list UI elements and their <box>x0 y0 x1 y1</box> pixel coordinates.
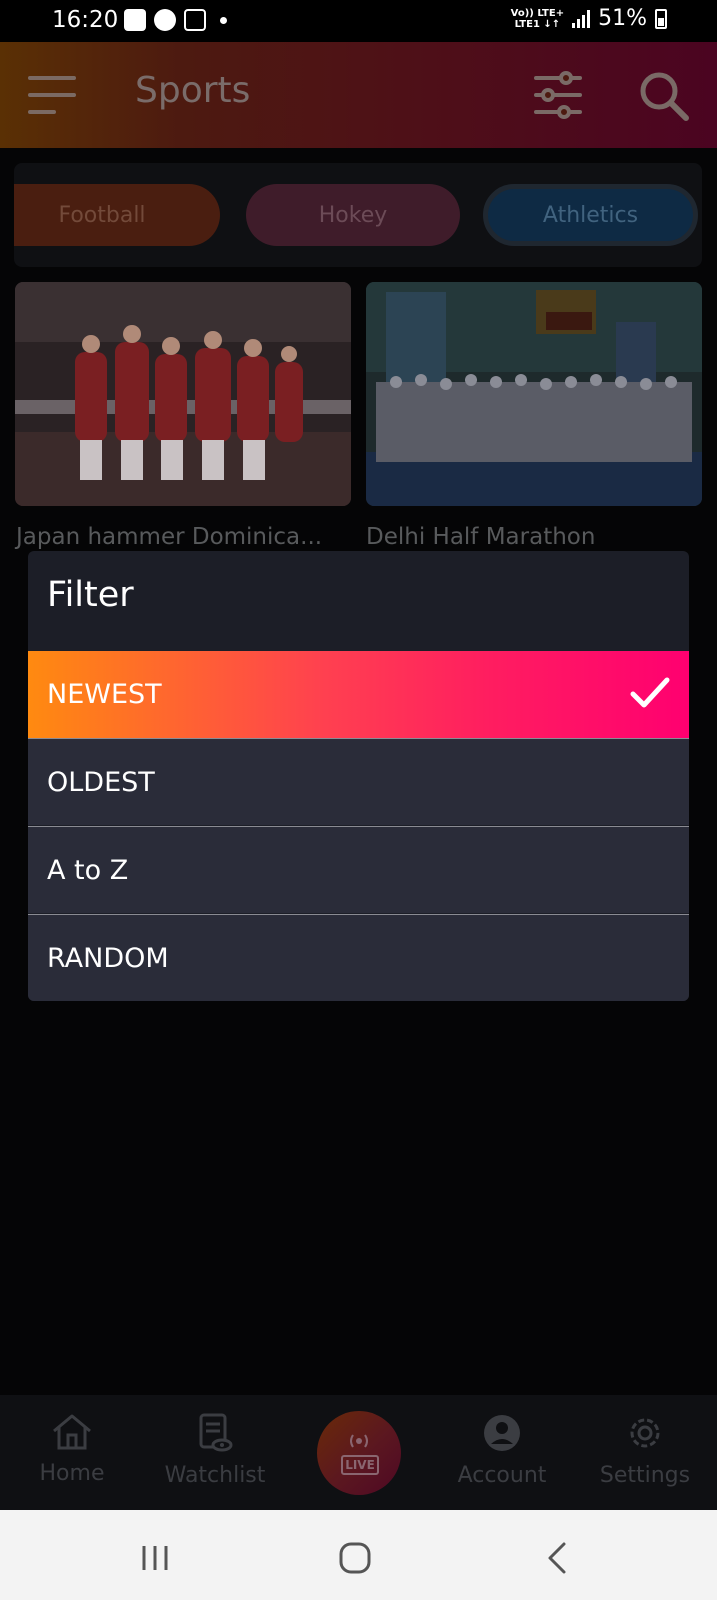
nav-label-account: Account <box>457 1463 547 1488</box>
gallery-icon <box>124 9 146 31</box>
volleyball-team-photo <box>15 282 351 506</box>
page-title: Sports <box>135 70 251 111</box>
nav-label-watchlist: Watchlist <box>164 1463 266 1488</box>
bottom-nav: Home Watchlist LIVE Account Settings <box>0 1395 717 1510</box>
network-indicator: Vo)) LTE+ LTE1 ↓↑ <box>511 8 564 30</box>
filter-option-label: OLDEST <box>47 766 155 798</box>
nav-item-settings[interactable]: Settings <box>590 1413 700 1488</box>
live-label: LIVE <box>341 1455 379 1475</box>
app-bar: Sports <box>0 42 717 148</box>
filter-option-label: A to Z <box>47 854 129 886</box>
marathon-start-photo <box>366 282 702 506</box>
chat-icon <box>154 9 176 31</box>
recent-apps-icon[interactable] <box>136 1538 176 1578</box>
news-thumbnail-2[interactable] <box>366 282 702 506</box>
search-icon[interactable] <box>638 70 690 122</box>
filter-option-random[interactable]: RANDOM <box>28 914 689 1001</box>
nav-label-home: Home <box>39 1461 105 1486</box>
category-chip-athletics[interactable]: Athletics <box>483 184 698 246</box>
check-icon <box>630 677 670 708</box>
category-chip-hokey[interactable]: Hokey <box>246 184 460 246</box>
watchlist-icon <box>199 1413 233 1452</box>
gear-icon <box>630 1418 660 1448</box>
android-nav-bar <box>0 1510 717 1600</box>
nav-item-account[interactable]: Account <box>447 1413 557 1488</box>
back-icon[interactable] <box>538 1538 578 1578</box>
filter-option-a-to-z[interactable]: A to Z <box>28 826 689 913</box>
dialog-title: Filter <box>47 575 134 615</box>
cb-app-icon <box>184 9 206 31</box>
filter-option-newest[interactable]: NEWEST <box>28 651 689 738</box>
battery-percent: 51% <box>598 6 647 31</box>
home-button-icon[interactable] <box>335 1538 375 1578</box>
nav-item-home[interactable]: Home <box>17 1413 127 1486</box>
status-bar: 16:20 Vo)) LTE+ LTE1 ↓↑ 51% <box>0 0 717 42</box>
battery-icon <box>655 8 667 29</box>
live-button[interactable]: LIVE <box>317 1411 401 1495</box>
news-thumbnail-1[interactable] <box>15 282 351 506</box>
hamburger-menu-icon[interactable] <box>28 76 78 114</box>
filter-option-oldest[interactable]: OLDEST <box>28 738 689 825</box>
filter-option-label: RANDOM <box>47 942 169 974</box>
status-right: Vo)) LTE+ LTE1 ↓↑ 51% <box>511 6 667 31</box>
signal-icon <box>572 9 591 28</box>
more-notifications-dot <box>220 16 227 24</box>
nav-label-settings: Settings <box>599 1463 691 1488</box>
category-bar: Football Hokey Athletics <box>14 163 702 267</box>
news-title-1[interactable]: Japan hammer Dominica... <box>16 524 322 550</box>
live-broadcast-icon <box>350 1434 368 1448</box>
filter-dialog: Filter NEWEST OLDEST A to Z RANDOM <box>28 551 689 1001</box>
filter-option-label: NEWEST <box>47 679 162 710</box>
network-line-2: LTE1 ↓↑ <box>514 18 561 30</box>
notification-icons <box>124 9 227 31</box>
category-chip-football[interactable]: Football <box>14 184 220 246</box>
network-line-1: Vo)) LTE+ <box>510 7 565 19</box>
sliders-icon[interactable] <box>534 70 582 120</box>
account-icon <box>484 1415 520 1451</box>
nav-item-watchlist[interactable]: Watchlist <box>160 1413 270 1488</box>
home-icon <box>53 1414 91 1450</box>
status-time: 16:20 <box>52 7 119 33</box>
news-title-2[interactable]: Delhi Half Marathon <box>366 524 595 550</box>
